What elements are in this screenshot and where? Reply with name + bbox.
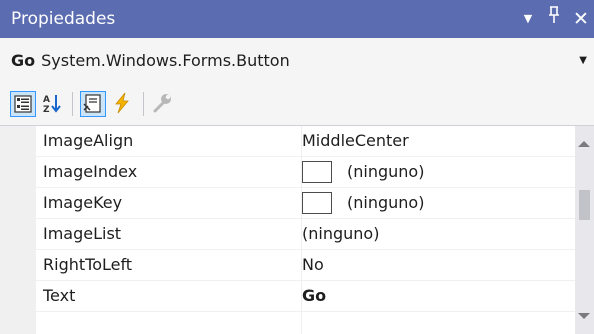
alphabetical-button[interactable]: A Z <box>40 91 66 117</box>
property-row[interactable]: RightToLeft No <box>0 250 575 281</box>
scroll-up-icon[interactable] <box>578 141 590 147</box>
property-value[interactable]: Go <box>302 281 575 312</box>
property-row[interactable]: ImageIndex (ninguno) <box>0 157 575 188</box>
chevron-down-icon[interactable]: ▼ <box>579 38 587 84</box>
row-margin <box>0 250 36 281</box>
categorized-icon <box>14 95 32 113</box>
pin-icon[interactable] <box>546 0 562 38</box>
object-type: System.Windows.Forms.Button <box>41 51 290 70</box>
property-name: ImageAlign <box>36 126 302 157</box>
row-margin <box>0 281 36 312</box>
property-name <box>36 312 302 334</box>
row-margin <box>0 157 36 188</box>
svg-text:Z: Z <box>43 105 50 115</box>
property-value-text: (ninguno) <box>302 224 380 243</box>
row-margin <box>0 312 36 334</box>
categorized-button[interactable] <box>10 91 36 117</box>
toolbar-separator <box>143 92 144 116</box>
window-title: Propiedades <box>11 9 116 29</box>
title-buttons: ▼ ✕ <box>520 0 590 38</box>
properties-icon <box>83 94 101 113</box>
property-value[interactable]: No <box>302 250 575 281</box>
property-name: ImageIndex <box>36 157 302 188</box>
row-margin <box>0 219 36 250</box>
alphabetical-icon: A Z <box>43 95 61 115</box>
property-pages-button[interactable] <box>150 91 176 117</box>
object-selector[interactable]: Go System.Windows.Forms.Button ▼ <box>0 38 594 84</box>
window-position-dropdown-icon[interactable]: ▼ <box>520 0 536 38</box>
toolbar: A Z <box>0 84 594 126</box>
property-value-text: (ninguno) <box>347 162 425 181</box>
property-value[interactable]: (ninguno) <box>302 188 575 219</box>
property-value-text: Go <box>302 286 327 305</box>
events-button[interactable] <box>110 91 136 117</box>
property-row[interactable] <box>0 312 575 334</box>
svg-text:A: A <box>43 95 50 105</box>
property-name: Text <box>36 281 302 312</box>
property-value-text: No <box>302 255 324 274</box>
image-preview-swatch <box>302 161 332 183</box>
scroll-thumb[interactable] <box>579 190 590 220</box>
close-icon[interactable]: ✕ <box>572 0 590 38</box>
property-value-text: (ninguno) <box>347 193 425 212</box>
property-pages-icon <box>153 94 171 113</box>
vertical-scrollbar[interactable] <box>575 126 594 334</box>
property-grid: ImageAlign MiddleCenter ImageIndex (ning… <box>0 126 575 334</box>
property-row[interactable]: ImageKey (ninguno) <box>0 188 575 219</box>
property-name: RightToLeft <box>36 250 302 281</box>
object-name: Go <box>11 51 36 70</box>
property-name: ImageList <box>36 219 302 250</box>
image-preview-swatch <box>302 192 332 214</box>
properties-button[interactable] <box>80 91 106 117</box>
property-name: ImageKey <box>36 188 302 219</box>
scroll-down-icon[interactable] <box>578 313 590 319</box>
row-margin <box>0 188 36 219</box>
property-value-text: MiddleCenter <box>302 131 409 150</box>
property-value[interactable]: (ninguno) <box>302 157 575 188</box>
row-margin <box>0 126 36 157</box>
property-row[interactable]: ImageList (ninguno) <box>0 219 575 250</box>
property-value[interactable] <box>302 312 575 334</box>
events-icon <box>115 92 129 114</box>
toolbar-separator <box>72 92 73 116</box>
property-value[interactable]: (ninguno) <box>302 219 575 250</box>
property-value[interactable]: MiddleCenter <box>302 126 575 157</box>
property-row[interactable]: ImageAlign MiddleCenter <box>0 126 575 157</box>
property-row[interactable]: Text Go <box>0 281 575 312</box>
title-bar: Propiedades ▼ ✕ <box>0 0 594 38</box>
